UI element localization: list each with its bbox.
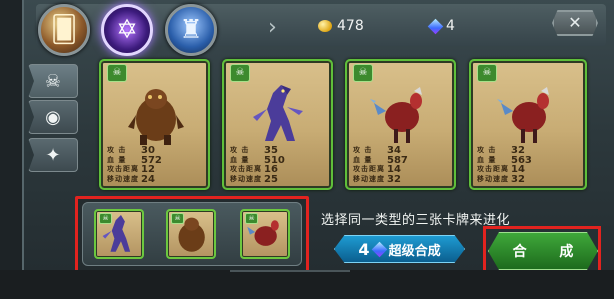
super-compose-cost: 4 (358, 239, 370, 259)
beast-badge-icon: ☠ (353, 64, 373, 82)
compose-button[interactable]: 合 成 (488, 232, 598, 270)
eye-icon: ◉ (45, 106, 61, 128)
beast-badge-icon: ☠ (171, 213, 184, 224)
attack-label: 攻 击 (107, 146, 127, 154)
hp-label: 血 量 (477, 155, 497, 164)
super-compose-label: 超级合成 (388, 243, 441, 259)
hp-label: 血 量 (353, 155, 373, 164)
category-cards-button[interactable]: 🂠 (38, 4, 90, 56)
bottom-bar (0, 270, 614, 299)
unit-card-red-beast[interactable]: ☠ 攻 击 34 血 量 587 攻击距离 14 移动速度 32 (345, 59, 456, 190)
selected-slot-werewolf[interactable]: ☠ (94, 209, 144, 259)
gold-counter: 478 (318, 18, 364, 34)
range-label: 攻击距离 (230, 165, 262, 173)
card-stats: 攻 击 30 血 量 572 攻击距离 12 移动速度 24 (107, 146, 187, 184)
chevron-right-icon: › (268, 15, 277, 40)
dragon-head-icon: ✦ (45, 144, 61, 166)
castle-icon: ♜ (179, 15, 203, 45)
bear-creature-image (127, 89, 184, 145)
side-tab-beast[interactable]: ☠ (28, 64, 78, 98)
beast-badge-icon: ☠ (245, 213, 258, 224)
unit-card-red-beast-2[interactable]: ☠ 攻 击 32 血 量 563 攻击距离 14 移动速度 32 (469, 59, 587, 190)
range-label: 攻击距离 (353, 165, 385, 173)
card-deck-icon: 🂠 (50, 15, 78, 45)
beast-badge-icon: ☠ (107, 64, 127, 82)
scroll-indicator (230, 270, 350, 272)
hp-label: 血 量 (230, 155, 250, 164)
beast-face-icon: ☠ (44, 70, 62, 92)
speed-value: 25 (264, 173, 278, 185)
speed-label: 移动速度 (230, 174, 262, 183)
selected-slot-red-beast[interactable]: ☠ (240, 209, 290, 259)
side-tab-eye[interactable]: ◉ (28, 100, 78, 134)
red-beast-creature-image (497, 87, 549, 143)
gold-amount: 478 (337, 18, 364, 34)
gem-icon (371, 241, 387, 257)
category-castle-button[interactable]: ♜ (165, 4, 217, 56)
beast-badge-icon: ☠ (99, 213, 112, 224)
category-magic-button[interactable]: ✡ (101, 4, 153, 56)
range-label: 攻击距离 (107, 165, 139, 173)
hexagram-icon: ✡ (116, 15, 138, 45)
gem-counter: 4 (427, 18, 455, 34)
attack-label: 攻 击 (353, 146, 373, 154)
speed-value: 24 (141, 173, 155, 185)
super-compose-button[interactable]: 4 超级合成 (334, 235, 465, 263)
unit-card-werewolf[interactable]: ☠ 攻 击 35 血 量 510 攻击距离 16 移动速度 25 (222, 59, 333, 190)
gem-amount: 4 (446, 18, 455, 34)
card-stats: 攻 击 35 血 量 510 攻击距离 16 移动速度 25 (230, 146, 310, 184)
speed-label: 移动速度 (353, 174, 385, 183)
gem-icon (427, 18, 444, 34)
speed-label: 移动速度 (477, 174, 509, 183)
side-tab-dragon[interactable]: ✦ (28, 138, 78, 172)
range-label: 攻击距离 (477, 165, 509, 173)
speed-value: 32 (387, 173, 401, 185)
card-stats: 攻 击 34 血 量 587 攻击距离 14 移动速度 32 (353, 146, 433, 184)
card-stats: 攻 击 32 血 量 563 攻击距离 14 移动速度 32 (477, 146, 557, 184)
speed-value: 32 (511, 173, 525, 185)
attack-label: 攻 击 (477, 146, 497, 154)
unit-card-bear[interactable]: ☠ 攻 击 30 血 量 572 攻击距离 12 移动速度 24 (99, 59, 210, 190)
coin-icon (318, 20, 332, 32)
red-beast-creature-image (369, 87, 422, 143)
beast-badge-icon: ☠ (230, 64, 250, 82)
hp-label: 血 量 (107, 155, 127, 164)
attack-label: 攻 击 (230, 146, 250, 154)
speed-label: 移动速度 (107, 174, 139, 183)
close-button[interactable]: ✕ (552, 10, 598, 36)
selected-slot-bear[interactable]: ☠ (166, 209, 216, 259)
beast-badge-icon: ☠ (477, 64, 497, 82)
werewolf-creature-image (252, 85, 303, 141)
evolution-hint-text: 选择同一类型的三张卡牌来进化 (321, 213, 511, 228)
